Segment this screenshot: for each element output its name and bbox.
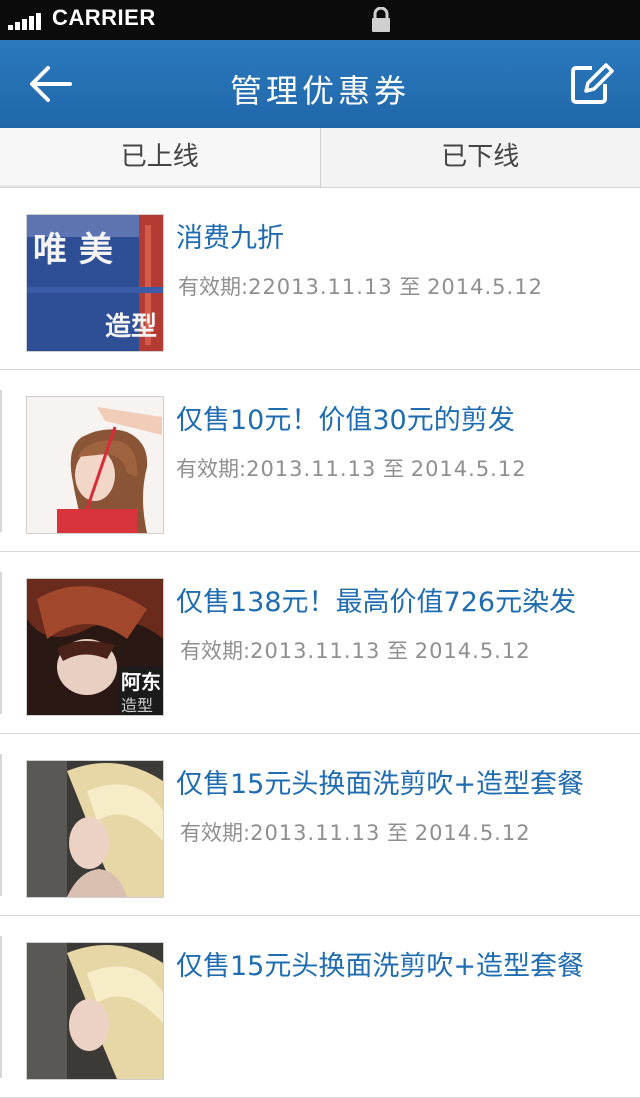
validity-start: 22013.11.13 (248, 275, 393, 299)
validity-start: 2013.11.13 (246, 457, 376, 481)
validity-label: 有效期: (176, 457, 246, 481)
coupon-validity: 有效期:2013.11.13 至 2014.5.12 (180, 817, 531, 847)
coupon-title: 仅售15元头换面洗剪吹+造型套餐 (176, 944, 584, 983)
validity-end: 2014.5.12 (415, 639, 531, 663)
edit-icon (568, 60, 614, 108)
coupon-thumbnail: 阿东 造型 (26, 578, 164, 716)
coupon-validity: 有效期:2013.11.13 至 2014.5.12 (180, 635, 531, 665)
svg-text:造型: 造型 (121, 696, 153, 715)
svg-text:造型: 造型 (105, 312, 157, 342)
coupon-item[interactable]: 仅售15元头换面洗剪吹+造型套餐 (0, 916, 640, 1098)
validity-to: 至 (387, 639, 408, 663)
coupon-item[interactable]: 阿东 造型 仅售138元！最高价值726元染发 有效期:2013.11.13 至… (0, 552, 640, 734)
coupon-item[interactable]: 仅售15元头换面洗剪吹+造型套餐 有效期:2013.11.13 至 2014.5… (0, 734, 640, 916)
svg-text:阿东: 阿东 (121, 670, 161, 694)
lock-icon (370, 7, 392, 33)
coupon-item[interactable]: 仅售10元！价值30元的剪发 有效期:2013.11.13 至 2014.5.1… (0, 370, 640, 552)
validity-end: 2014.5.12 (411, 457, 527, 481)
coupon-title: 消费九折 (176, 216, 284, 255)
coupon-title: 仅售10元！价值30元的剪发 (176, 398, 515, 437)
edit-button[interactable] (568, 60, 614, 108)
carrier-name: CARRIER (52, 5, 156, 31)
validity-start: 2013.11.13 (250, 639, 380, 663)
svg-text:唯 美: 唯 美 (33, 230, 113, 270)
tab-online[interactable]: 已上线 (0, 128, 321, 187)
signal-icon (8, 12, 48, 30)
coupon-thumbnail (26, 396, 164, 534)
validity-to: 至 (399, 275, 420, 299)
coupon-title: 仅售138元！最高价值726元染发 (176, 580, 576, 619)
nav-bar: 管理优惠券 (0, 40, 640, 129)
validity-end: 2014.5.12 (415, 821, 531, 845)
validity-start: 2013.11.13 (250, 821, 380, 845)
coupon-thumbnail (26, 760, 164, 898)
coupon-validity: 有效期:2013.11.13 至 2014.5.12 (176, 453, 527, 483)
coupon-title: 仅售15元头换面洗剪吹+造型套餐 (176, 762, 584, 801)
status-bar: CARRIER (0, 0, 640, 40)
coupon-validity: 有效期:22013.11.13 至 2014.5.12 (178, 271, 543, 301)
tab-bar: 已上线 已下线 (0, 128, 640, 188)
coupon-item[interactable]: 唯 美 造型 消费九折 有效期:22013.11.13 至 2014.5.12 (0, 188, 640, 370)
validity-end: 2014.5.12 (427, 275, 543, 299)
validity-to: 至 (383, 457, 404, 481)
validity-label: 有效期: (180, 821, 250, 845)
coupon-thumbnail: 唯 美 造型 (26, 214, 164, 352)
tab-offline[interactable]: 已下线 (321, 128, 640, 187)
validity-to: 至 (387, 821, 408, 845)
validity-label: 有效期: (178, 275, 248, 299)
coupon-thumbnail (26, 942, 164, 1080)
page-title: 管理优惠券 (0, 66, 640, 112)
coupon-list: 唯 美 造型 消费九折 有效期:22013.11.13 至 2014.5.12 … (0, 188, 640, 1098)
validity-label: 有效期: (180, 639, 250, 663)
